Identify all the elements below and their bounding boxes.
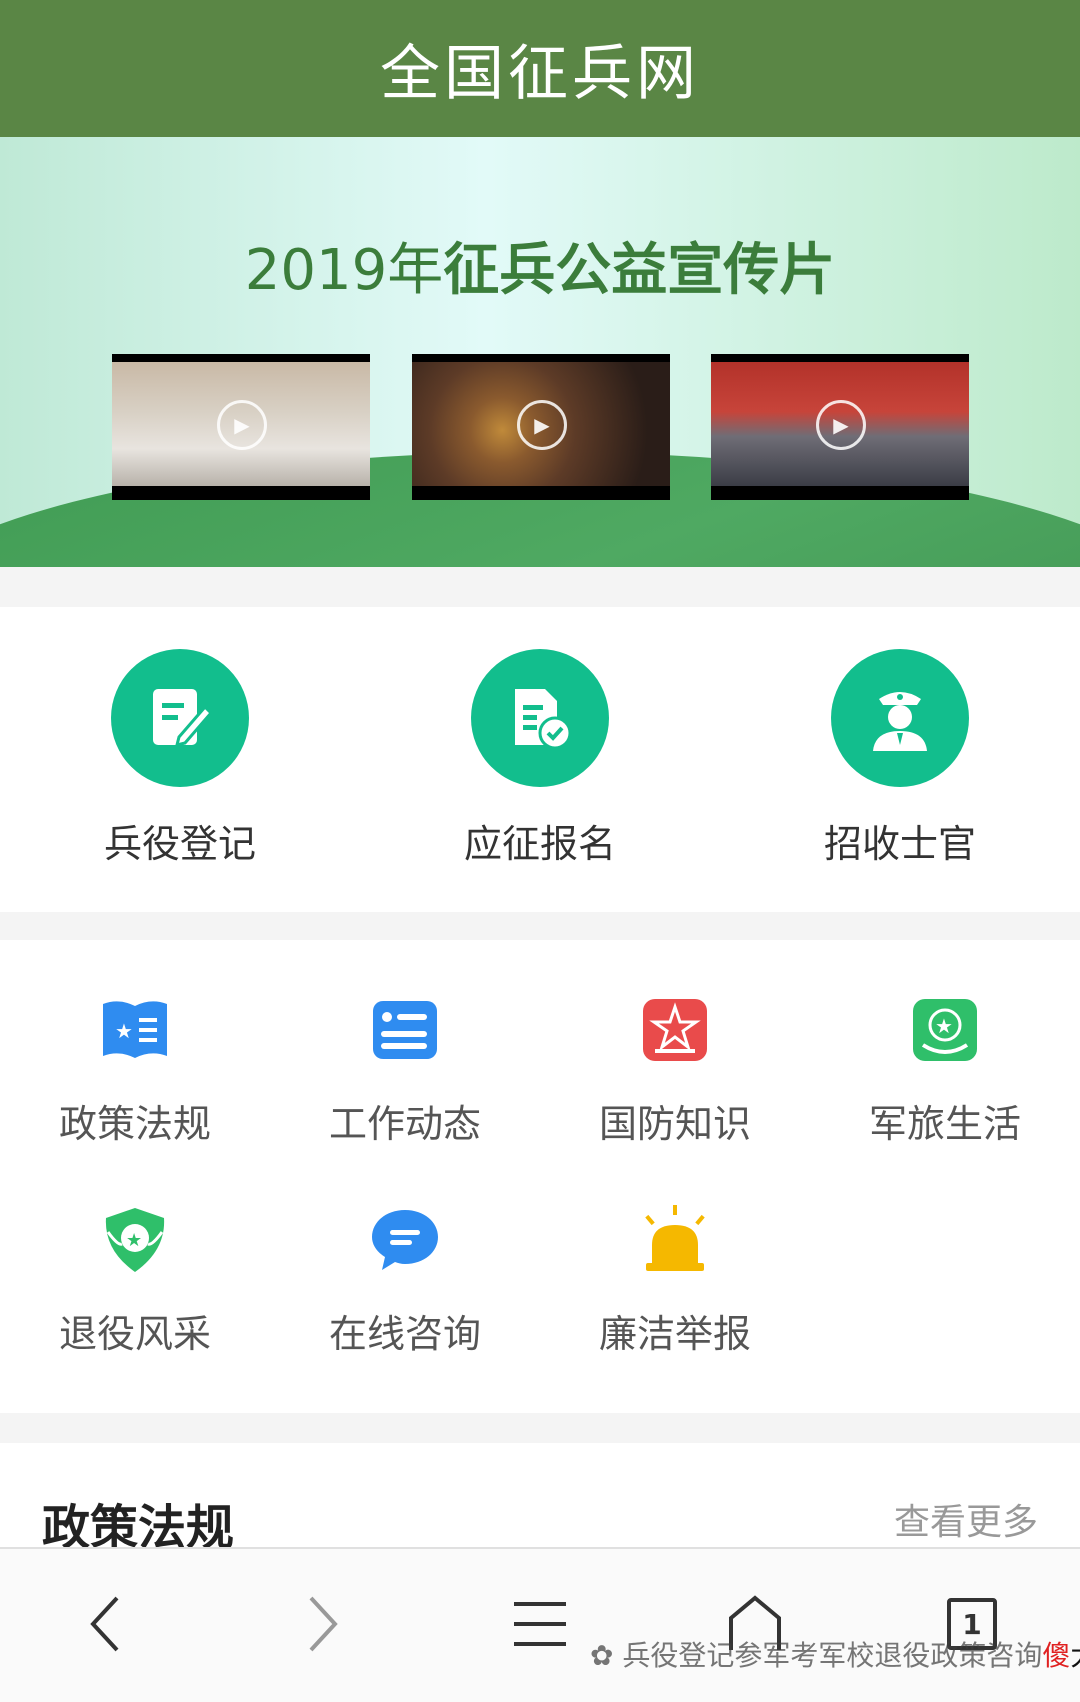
promo-banner[interactable]: 2019年征兵公益宣传片 ▶ ▶ ▶ bbox=[0, 137, 1080, 567]
category-label: 军旅生活 bbox=[868, 1102, 1021, 1146]
service-icon-circle bbox=[831, 649, 969, 787]
service-enlistment-signup[interactable]: 应征报名 bbox=[390, 649, 690, 868]
category-integrity-report[interactable]: 廉洁举报 bbox=[540, 1205, 810, 1358]
browser-bottom-bar: 1 bbox=[0, 1547, 1080, 1702]
category-icon-wrap bbox=[640, 1205, 710, 1275]
chevron-left-icon bbox=[90, 1596, 119, 1652]
category-label: 退役风采 bbox=[58, 1312, 211, 1356]
category-policy[interactable]: ★ 政策法规 bbox=[0, 995, 270, 1148]
service-icon-circle bbox=[111, 649, 249, 787]
service-icon-circle bbox=[471, 649, 609, 787]
service-label: 应征报名 bbox=[463, 822, 616, 866]
document-check-icon bbox=[515, 689, 572, 750]
category-online-consult[interactable]: 在线咨询 bbox=[270, 1205, 540, 1358]
play-icon: ▶ bbox=[517, 400, 567, 450]
svg-text:★: ★ bbox=[115, 1019, 133, 1043]
banner-title-year: 2019年 bbox=[244, 238, 444, 303]
category-work-news[interactable]: 工作动态 bbox=[270, 995, 540, 1148]
chat-bubble-icon bbox=[372, 1210, 438, 1270]
star-emblem-icon bbox=[643, 999, 707, 1061]
watermark-brand: 大方 bbox=[1070, 1639, 1080, 1672]
forward-button[interactable] bbox=[283, 1589, 363, 1659]
watermark: ✿ 兵役登记参军考军校退役政策咨询傻大方 bbox=[590, 1634, 1080, 1674]
video-thumbnail-2[interactable]: ▶ bbox=[412, 354, 670, 500]
category-icon-wrap: ★ bbox=[100, 1205, 170, 1275]
play-icon: ▶ bbox=[217, 400, 267, 450]
wechat-icon: ✿ bbox=[590, 1639, 614, 1672]
category-veteran-style[interactable]: ★ 退役风采 bbox=[0, 1205, 270, 1358]
watermark-red-char: 傻 bbox=[1042, 1639, 1071, 1672]
category-label: 工作动态 bbox=[328, 1102, 481, 1146]
video-thumbnail-1[interactable]: ▶ bbox=[112, 354, 370, 500]
service-label: 招收士官 bbox=[823, 822, 976, 866]
category-icon-wrap bbox=[370, 995, 440, 1065]
category-grid-card: ★ 政策法规 工作动态 国防知识 ★ 军旅生活 ★ 退役风采 在线咨询 廉洁举报 bbox=[0, 940, 1080, 1413]
category-military-life[interactable]: ★ 军旅生活 bbox=[810, 995, 1080, 1148]
edit-form-icon bbox=[153, 689, 214, 748]
hand-star-icon: ★ bbox=[913, 999, 977, 1061]
service-nco-recruitment[interactable]: 招收士官 bbox=[750, 649, 1050, 868]
main-services-card: 兵役登记 应征报名 招收士官 bbox=[0, 607, 1080, 912]
category-label: 廉洁举报 bbox=[598, 1312, 751, 1356]
category-label: 在线咨询 bbox=[328, 1312, 481, 1356]
alarm-light-icon bbox=[645, 1205, 705, 1271]
news-card-icon bbox=[373, 1001, 437, 1059]
service-label: 兵役登记 bbox=[103, 822, 256, 866]
category-label: 国防知识 bbox=[598, 1102, 751, 1146]
watermark-text: 兵役登记参军考军校退役政策咨询 bbox=[622, 1639, 1043, 1672]
view-more-link[interactable]: 查看更多 bbox=[894, 1493, 1038, 1545]
wing-badge-icon: ★ bbox=[105, 1208, 165, 1272]
video-thumbnail-3[interactable]: ▶ bbox=[711, 354, 969, 500]
category-icon-wrap bbox=[370, 1205, 440, 1275]
service-military-registration[interactable]: 兵役登记 bbox=[30, 649, 330, 868]
officer-icon bbox=[873, 692, 927, 751]
play-icon: ▶ bbox=[816, 400, 866, 450]
banner-title: 2019年征兵公益宣传片 bbox=[0, 225, 1080, 306]
category-defense-knowledge[interactable]: 国防知识 bbox=[540, 995, 810, 1148]
back-button[interactable] bbox=[65, 1589, 145, 1659]
category-label: 政策法规 bbox=[58, 1102, 211, 1146]
policy-book-icon: ★ bbox=[103, 1001, 167, 1058]
menu-button[interactable] bbox=[500, 1589, 580, 1659]
app-header: 全国征兵网 bbox=[0, 0, 1080, 137]
svg-text:★: ★ bbox=[126, 1230, 142, 1251]
banner-title-text: 征兵公益宣传片 bbox=[443, 238, 836, 303]
page-title: 全国征兵网 bbox=[380, 39, 700, 109]
chevron-right-icon bbox=[309, 1596, 338, 1652]
svg-text:★: ★ bbox=[935, 1014, 953, 1038]
category-icon-wrap: ★ bbox=[910, 995, 980, 1065]
category-icon-wrap bbox=[640, 995, 710, 1065]
menu-icon bbox=[514, 1602, 566, 1646]
category-icon-wrap: ★ bbox=[100, 995, 170, 1065]
